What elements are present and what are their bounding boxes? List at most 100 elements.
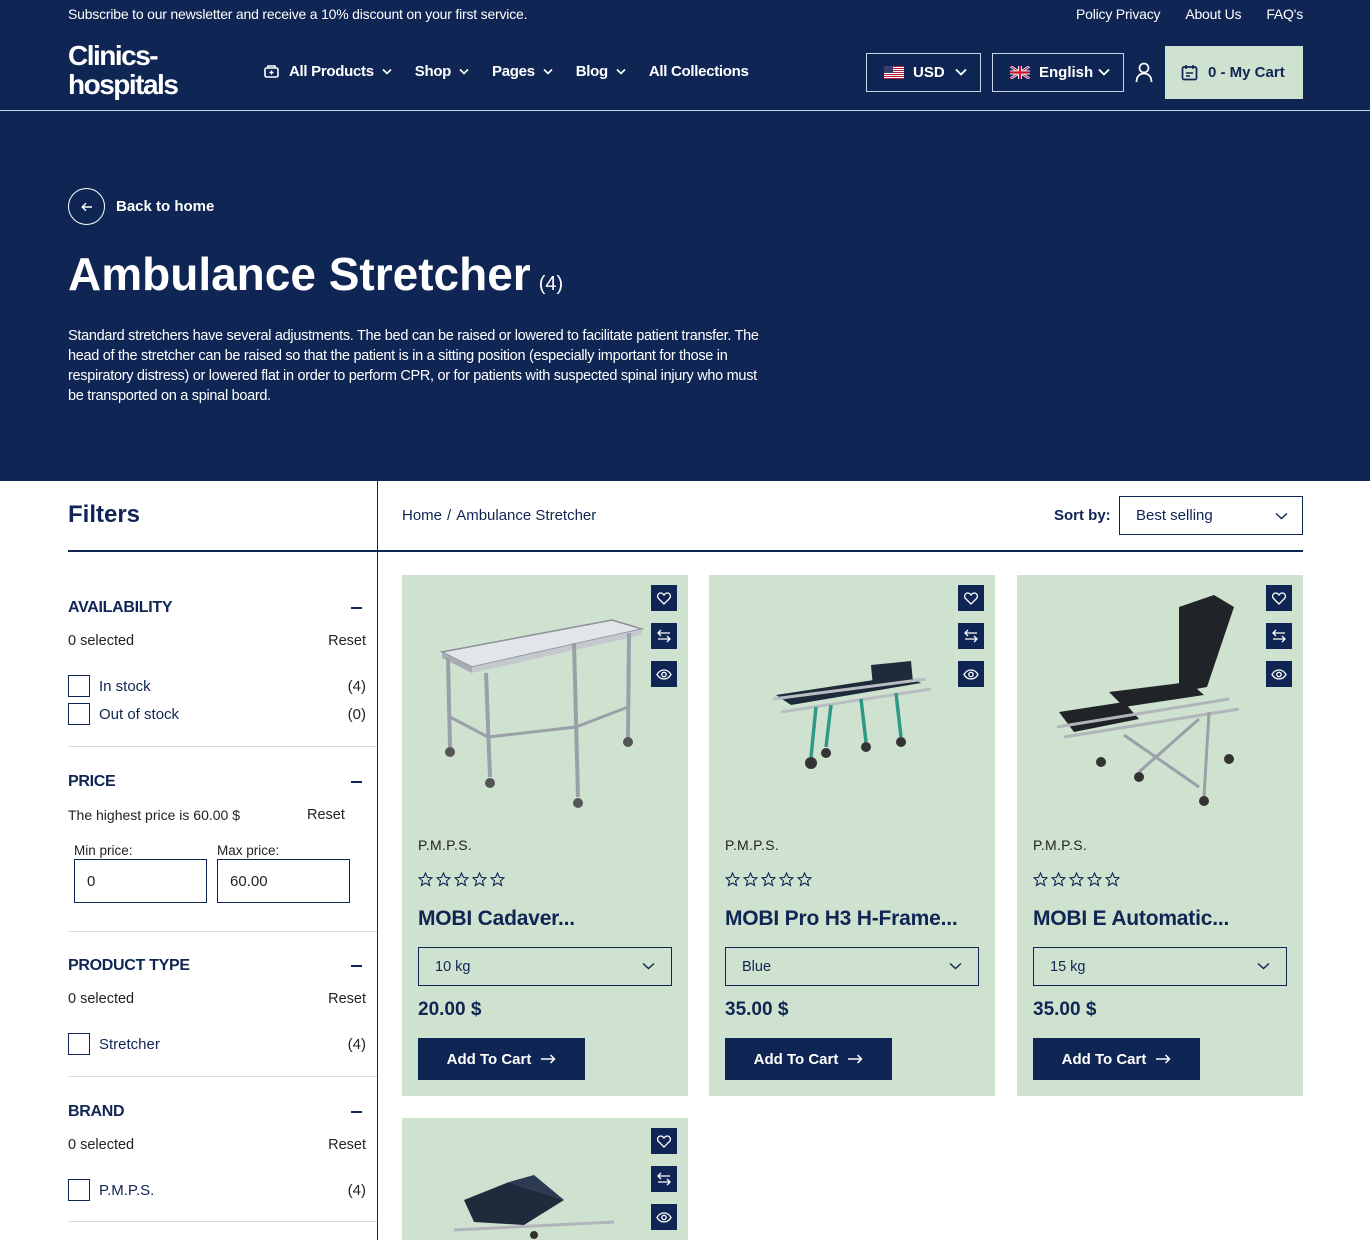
- breadcrumb-home[interactable]: Home: [402, 507, 442, 524]
- product-actions: [958, 585, 984, 687]
- user-account-icon[interactable]: [1135, 62, 1153, 83]
- currency-select[interactable]: USD: [866, 53, 981, 92]
- nav-all-collections[interactable]: All Collections: [649, 63, 749, 80]
- variant-select[interactable]: 15 kg: [1033, 947, 1287, 986]
- collapse-minus-icon[interactable]: [351, 1111, 362, 1113]
- wishlist-heart-icon[interactable]: [1266, 585, 1292, 611]
- site-logo[interactable]: Clinics- hospitals: [68, 41, 179, 99]
- nav-all-products[interactable]: All Products: [263, 63, 392, 80]
- variant-select[interactable]: Blue: [725, 947, 979, 986]
- star-icon: [779, 872, 794, 887]
- my-cart-button[interactable]: 0 - My Cart: [1165, 46, 1303, 99]
- policy-privacy-link[interactable]: Policy Privacy: [1076, 6, 1161, 22]
- nav-label: Pages: [492, 63, 535, 80]
- product-image[interactable]: [1029, 587, 1259, 817]
- sort-value: Best selling: [1136, 507, 1213, 524]
- min-price-label: Min price:: [74, 843, 133, 858]
- filter-heading[interactable]: PRODUCT TYPE: [68, 957, 190, 975]
- wishlist-heart-icon[interactable]: [651, 1128, 677, 1154]
- product-name[interactable]: MOBI Cadaver...: [418, 907, 575, 931]
- checkbox[interactable]: [68, 675, 90, 697]
- reset-link[interactable]: Reset: [328, 633, 366, 649]
- star-icon: [725, 872, 740, 887]
- quick-view-eye-icon[interactable]: [958, 661, 984, 687]
- cart-icon: [1181, 65, 1198, 81]
- filter-heading[interactable]: BRAND: [68, 1103, 125, 1121]
- add-to-cart-button[interactable]: Add To Cart: [725, 1038, 892, 1080]
- product-card[interactable]: P.M.P.S. MOBI Cadaver... 10 kg 20.00 $ A…: [402, 575, 688, 1096]
- star-icon: [490, 872, 505, 887]
- product-count: (4): [538, 273, 564, 295]
- min-price-input[interactable]: [74, 859, 207, 903]
- back-to-home-link[interactable]: Back to home: [68, 188, 214, 225]
- add-to-cart-label: Add To Cart: [446, 1050, 532, 1068]
- add-to-cart-button[interactable]: Add To Cart: [418, 1038, 585, 1080]
- collapse-minus-icon[interactable]: [351, 781, 362, 783]
- checkbox[interactable]: [68, 1033, 90, 1055]
- star-icon: [761, 872, 776, 887]
- filter-heading[interactable]: AVAILABILITY: [68, 599, 173, 617]
- filter-option-in-stock[interactable]: In stock (4): [68, 675, 366, 697]
- wishlist-heart-icon[interactable]: [651, 585, 677, 611]
- topbar-links: Policy Privacy About Us FAQ's: [1076, 6, 1303, 22]
- collapse-minus-icon[interactable]: [351, 607, 362, 609]
- nav-shop[interactable]: Shop: [415, 63, 469, 80]
- add-to-cart-label: Add To Cart: [753, 1050, 839, 1068]
- add-to-cart-label: Add To Cart: [1061, 1050, 1147, 1068]
- wishlist-heart-icon[interactable]: [958, 585, 984, 611]
- filter-heading[interactable]: PRICE: [68, 773, 116, 791]
- filter-option-pmps[interactable]: P.M.P.S. (4): [68, 1179, 366, 1201]
- sort-label: Sort by:: [1054, 507, 1111, 524]
- compare-arrows-icon[interactable]: [651, 1166, 677, 1192]
- arrow-right-icon: [541, 1054, 556, 1064]
- filter-price: PRICE The highest price is 60.00 $ Reset…: [68, 773, 366, 913]
- filter-divider: [68, 746, 378, 747]
- main-nav: All Products Shop Pages Blog All Collect…: [263, 63, 772, 80]
- quick-view-eye-icon[interactable]: [651, 661, 677, 687]
- reset-link[interactable]: Reset: [328, 991, 366, 1007]
- compare-arrows-icon[interactable]: [1266, 623, 1292, 649]
- reset-link[interactable]: Reset: [328, 1137, 366, 1153]
- rating-stars: [1033, 872, 1120, 887]
- filter-product-type: PRODUCT TYPE 0 selected Reset Stretcher …: [68, 957, 366, 1057]
- checkbox[interactable]: [68, 1179, 90, 1201]
- variant-select[interactable]: 10 kg: [418, 947, 672, 986]
- newsletter-promo: Subscribe to our newsletter and receive …: [68, 6, 528, 22]
- product-name[interactable]: MOBI Pro H3 H-Frame...: [725, 907, 958, 931]
- about-us-link[interactable]: About Us: [1185, 6, 1241, 22]
- product-brand: P.M.P.S.: [418, 837, 473, 853]
- nav-blog[interactable]: Blog: [576, 63, 626, 80]
- product-card[interactable]: P.M.P.S. MOBI E Automatic... 15 kg 35.00…: [1017, 575, 1303, 1096]
- reset-link[interactable]: Reset: [307, 807, 345, 823]
- chevron-down-icon: [949, 962, 962, 970]
- compare-arrows-icon[interactable]: [958, 623, 984, 649]
- selected-count: 0 selected: [68, 991, 135, 1007]
- product-image[interactable]: [414, 587, 645, 817]
- max-price-input[interactable]: [217, 859, 350, 903]
- filter-option-stretcher[interactable]: Stretcher (4): [68, 1033, 366, 1055]
- rating-stars: [725, 872, 812, 887]
- product-card[interactable]: [402, 1118, 688, 1240]
- compare-arrows-icon[interactable]: [651, 623, 677, 649]
- add-to-cart-button[interactable]: Add To Cart: [1033, 1038, 1200, 1080]
- product-card[interactable]: P.M.P.S. MOBI Pro H3 H-Frame... Blue 35.…: [709, 575, 995, 1096]
- language-select[interactable]: English: [992, 53, 1124, 92]
- product-name[interactable]: MOBI E Automatic...: [1033, 907, 1229, 931]
- collapse-minus-icon[interactable]: [351, 965, 362, 967]
- breadcrumb: Home / Ambulance Stretcher: [402, 507, 596, 524]
- product-image[interactable]: [414, 1130, 644, 1240]
- checkbox[interactable]: [68, 703, 90, 725]
- chevron-down-icon: [616, 68, 626, 75]
- faq-link[interactable]: FAQ's: [1266, 6, 1303, 22]
- star-icon: [454, 872, 469, 887]
- quick-view-eye-icon[interactable]: [651, 1204, 677, 1230]
- nav-pages[interactable]: Pages: [492, 63, 553, 80]
- quick-view-eye-icon[interactable]: [1266, 661, 1292, 687]
- filter-option-out-of-stock[interactable]: Out of stock (0): [68, 703, 366, 725]
- option-label: Stretcher: [99, 1035, 160, 1053]
- sort-select[interactable]: Best selling: [1119, 496, 1303, 535]
- product-price: 35.00 $: [1033, 999, 1097, 1020]
- filter-divider: [68, 931, 378, 932]
- product-image[interactable]: [721, 587, 951, 817]
- star-icon: [743, 872, 758, 887]
